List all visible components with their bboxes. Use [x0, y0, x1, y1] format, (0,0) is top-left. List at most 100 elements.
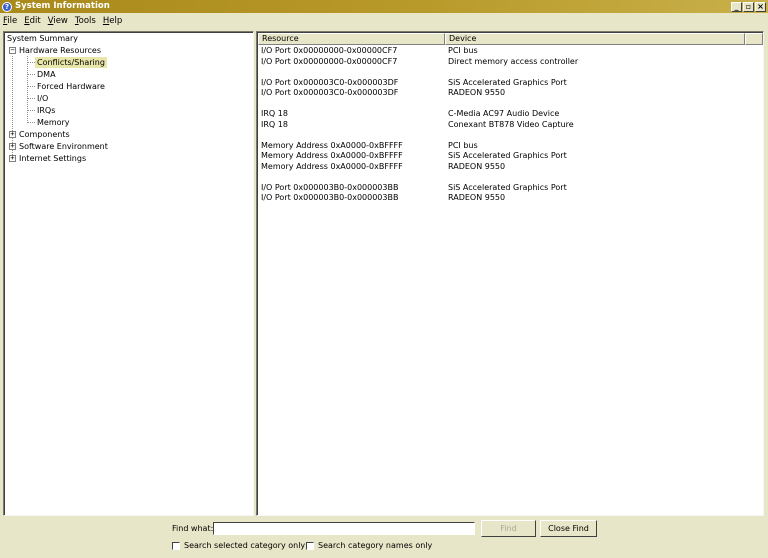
tree-item-label: Forced Hardware [37, 82, 105, 91]
list-row[interactable]: Memory Address 0xA0000-0xBFFFF RADEON 955… [261, 162, 761, 173]
menu-tools[interactable]: Tools [75, 16, 96, 26]
device-cell: SiS Accelerated Graphics Port [448, 77, 567, 87]
device-cell: RADEON 9550 [448, 193, 506, 202]
list-group-spacer [261, 130, 761, 141]
tree-item-label: Internet Settings [19, 154, 87, 163]
list-row[interactable]: I/O Port 0x00000000-0x00000CF7 Direct mem… [261, 57, 761, 68]
list-row[interactable]: I/O Port 0x000003C0-0x000003DF RADEON 955… [261, 88, 761, 99]
resource-cell: I/O Port 0x00000000-0x00000CF7 [261, 56, 398, 66]
search-category-names-label: Search category names only [318, 541, 433, 550]
tree-item-label: I/O [37, 94, 49, 103]
list-row[interactable]: Memory Address 0xA0000-0xBFFFF SiS Accele… [261, 151, 761, 162]
resource-cell: Memory Address 0xA0000-0xBFFFF [261, 161, 403, 171]
menu-edit[interactable]: Edit [24, 16, 40, 26]
tree-connector [28, 122, 35, 123]
resource-cell: I/O Port 0x000003C0-0x000003DF [261, 77, 399, 87]
tree-connector [28, 98, 35, 99]
list-body: I/O Port 0x00000000-0x00000CF7 PCI bus I/O… [261, 46, 761, 204]
device-cell: Direct memory access controller [448, 56, 579, 66]
expand-icon[interactable]: + [9, 143, 16, 150]
tree-item-dma[interactable]: DMA [37, 69, 56, 80]
tree-connector [28, 86, 35, 87]
collapse-icon[interactable]: − [9, 47, 16, 54]
tree-item-forced-hardware[interactable]: Forced Hardware [37, 81, 105, 92]
tree-item-label: Software Environment [19, 142, 108, 151]
list-group-spacer [261, 172, 761, 183]
menu-view[interactable]: View [48, 16, 68, 26]
tree-item-label: IRQs [37, 106, 56, 115]
list-row[interactable]: IRQ 18 Conexant BT878 Video Capture [261, 120, 761, 131]
search-selected-category-checkbox[interactable] [172, 541, 180, 550]
expand-icon[interactable]: + [9, 155, 16, 162]
search-selected-category-label: Search selected category only [184, 541, 306, 550]
find-input[interactable] [213, 522, 475, 535]
tree-item-io[interactable]: I/O [37, 93, 48, 104]
menu-help[interactable]: Help [103, 16, 122, 26]
device-cell: Conexant BT878 Video Capture [448, 119, 574, 129]
tree-item-label: System Summary [7, 34, 79, 43]
list-row[interactable]: Memory Address 0xA0000-0xBFFFF PCI bus [261, 141, 761, 152]
resource-cell: I/O Port 0x000003B0-0x000003BB [261, 193, 399, 202]
list-row[interactable]: I/O Port 0x00000000-0x00000CF7 PCI bus [261, 46, 761, 57]
tree-item-memory[interactable]: Memory [37, 117, 70, 128]
tree-connector [28, 74, 35, 75]
resource-cell: IRQ 18 [261, 109, 288, 118]
tree-item-components[interactable]: + Components [9, 129, 70, 140]
tree-item-conflicts-sharing[interactable]: Conflicts/Sharing [35, 57, 107, 68]
column-header-filler [745, 33, 763, 45]
column-header-device[interactable]: Device [445, 33, 745, 45]
list-header: Resource Device [258, 33, 763, 45]
tree-item-label: DMA [37, 70, 56, 79]
list-row[interactable]: I/O Port 0x000003B0-0x000003BB RADEON 955… [261, 193, 761, 204]
category-tree[interactable]: System Summary − Hardware Resources Conf… [3, 31, 254, 516]
menu-bar: File Edit View Tools Help [0, 13, 768, 28]
tree-item-label: Hardware Resources [19, 46, 102, 55]
tree-item-hardware-resources[interactable]: − Hardware Resources [9, 45, 101, 56]
tree-connector [27, 56, 28, 123]
device-cell: SiS Accelerated Graphics Port [448, 151, 567, 160]
resource-cell: Memory Address 0xA0000-0xBFFFF [261, 151, 403, 160]
details-list[interactable]: Resource Device I/O Port 0x00000000-0x00… [256, 31, 764, 516]
device-cell: PCI bus [448, 46, 478, 55]
tree-item-irqs[interactable]: IRQs [37, 105, 55, 116]
resource-cell: I/O Port 0x000003C0-0x000003DF [261, 88, 399, 97]
minimize-button[interactable]: _ [731, 1, 742, 12]
tree-connector [28, 62, 35, 63]
find-what-label: Find what: [172, 524, 214, 533]
tree-connector [28, 110, 35, 111]
column-header-resource[interactable]: Resource [258, 33, 445, 45]
tree-item-internet-settings[interactable]: + Internet Settings [9, 153, 86, 164]
tree-item-system-summary[interactable]: System Summary [7, 33, 78, 44]
window-title: System Information [15, 1, 110, 11]
resource-cell: I/O Port 0x00000000-0x00000CF7 [261, 46, 398, 55]
system-info-icon: ? [2, 1, 12, 12]
search-category-names-checkbox[interactable] [306, 541, 314, 550]
resource-cell: Memory Address 0xA0000-0xBFFFF [261, 140, 403, 150]
device-cell: PCI bus [448, 140, 478, 150]
list-row[interactable]: I/O Port 0x000003B0-0x000003BB SiS Accele… [261, 183, 761, 194]
list-row[interactable]: I/O Port 0x000003C0-0x000003DF SiS Accele… [261, 78, 761, 89]
expand-icon[interactable]: + [9, 131, 16, 138]
device-cell: C-Media AC97 Audio Device [448, 109, 560, 118]
tree-item-label: Components [19, 130, 70, 139]
list-row[interactable]: IRQ 18 C-Media AC97 Audio Device [261, 109, 761, 120]
close-button[interactable]: × [755, 1, 766, 12]
tree-item-label: Conflicts/Sharing [35, 57, 107, 68]
tree-item-label: Memory [37, 118, 70, 127]
search-category-names-checkbox-row[interactable]: Search category names only [306, 541, 432, 550]
find-bar: Find what: Find Close Find Search select… [0, 517, 768, 558]
resource-cell: IRQ 18 [261, 119, 288, 129]
title-bar[interactable]: ? System Information _ ▫ × [0, 0, 768, 13]
close-find-button[interactable]: Close Find [540, 520, 597, 537]
list-group-spacer [261, 99, 761, 110]
tree-item-software-environment[interactable]: + Software Environment [9, 141, 108, 152]
list-group-spacer [261, 67, 761, 78]
device-cell: SiS Accelerated Graphics Port [448, 182, 567, 192]
device-cell: RADEON 9550 [448, 161, 506, 171]
menu-file[interactable]: File [3, 16, 17, 26]
search-selected-category-checkbox-row[interactable]: Search selected category only [172, 541, 305, 550]
find-button[interactable]: Find [481, 520, 536, 537]
resource-cell: I/O Port 0x000003B0-0x000003BB [261, 182, 399, 192]
restore-button[interactable]: ▫ [743, 1, 754, 12]
device-cell: RADEON 9550 [448, 88, 506, 97]
